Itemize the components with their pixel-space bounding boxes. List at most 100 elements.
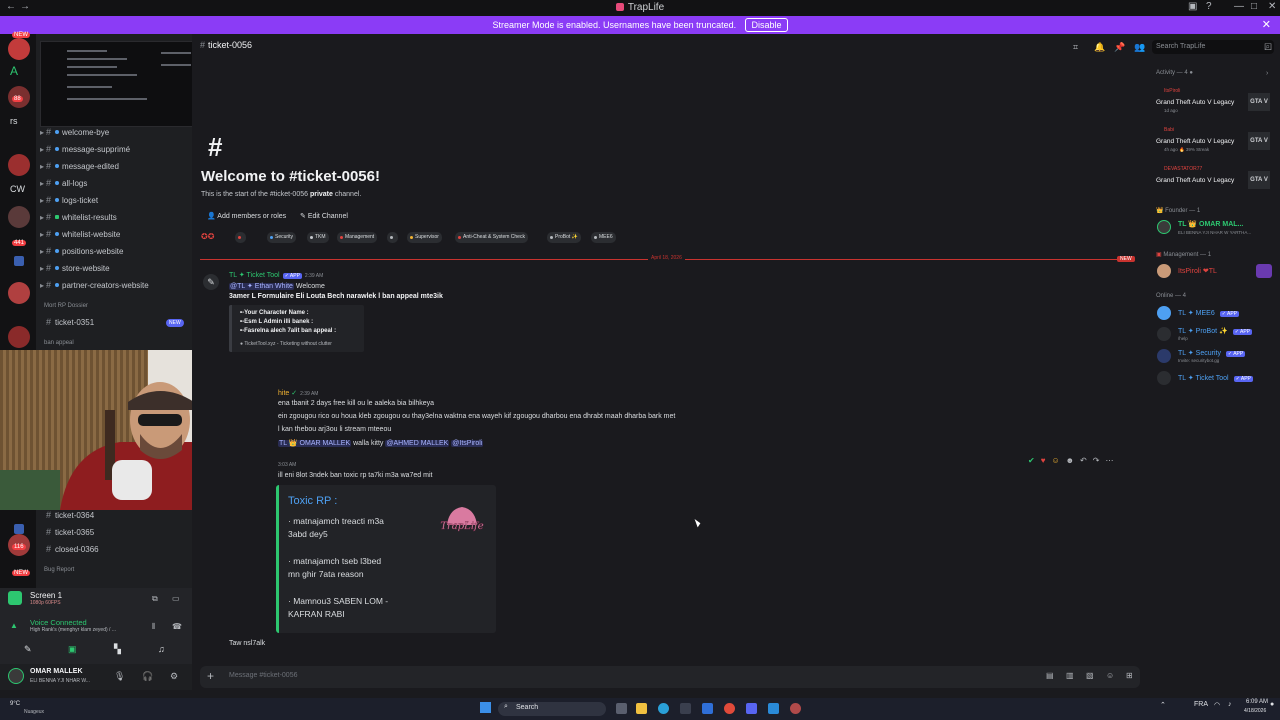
close-banner-icon[interactable]: ✕ (1262, 18, 1271, 31)
outlook-icon[interactable] (702, 703, 713, 714)
inbox-icon[interactable]: ☐ (1264, 42, 1272, 53)
folder-icon[interactable] (14, 256, 24, 266)
channel-item[interactable]: ▸ # whitelist-website (40, 229, 120, 239)
start-icon[interactable] (480, 702, 491, 713)
role-tag[interactable]: Management (337, 232, 378, 243)
channel-item-ticket-0351[interactable]: # ticket-0351 (46, 317, 94, 327)
category-bug-report[interactable]: Bug Report (44, 567, 74, 573)
member-name[interactable]: TL ✦ Security ✓ APP (1178, 349, 1246, 357)
channel-item[interactable]: ▸ # positions-website (40, 246, 123, 256)
avatar[interactable] (1157, 264, 1171, 278)
screen-share-toggle-icon[interactable]: ▣ (68, 644, 77, 655)
channel-item[interactable]: ▸ # welcome-bye (40, 127, 109, 137)
channel-item[interactable]: # ticket-0364 (46, 510, 94, 520)
language-indicator[interactable]: FRA (1194, 701, 1208, 708)
threads-icon[interactable]: ⌗ (1073, 42, 1078, 53)
activity-user[interactable]: Babi (1164, 127, 1174, 133)
avatar[interactable] (1157, 220, 1171, 234)
pin-icon[interactable]: 📌 (1114, 42, 1125, 53)
avatar[interactable] (1157, 327, 1171, 341)
role-tag[interactable] (387, 232, 398, 243)
disconnect-icon[interactable]: ☎ (172, 622, 182, 631)
server-icon-a[interactable]: A (10, 64, 18, 78)
volume-icon[interactable]: ♪ (1228, 701, 1232, 708)
close-window-icon[interactable]: ✕ (1268, 1, 1276, 12)
store-icon[interactable] (680, 703, 691, 714)
channel-item[interactable]: ▸ # partner-creators-website (40, 280, 149, 290)
message-author[interactable]: hite (278, 390, 289, 397)
edge-icon[interactable] (658, 703, 669, 714)
clock-time[interactable]: 6:09 AM (1246, 699, 1268, 705)
settings-gear-icon[interactable]: ⚙ (170, 671, 178, 682)
sticker-icon[interactable]: ▧ (1086, 671, 1094, 680)
heart-reaction-icon[interactable]: ♥ (1041, 456, 1046, 465)
chrome-icon[interactable] (724, 703, 735, 714)
disable-streamer-button[interactable]: Disable (745, 18, 788, 32)
minimize-icon[interactable]: — (1234, 1, 1244, 12)
member-list-icon[interactable]: 👥 (1134, 42, 1145, 53)
screen-share-preview[interactable] (40, 41, 198, 127)
inbox-icon[interactable]: ▣ (1188, 1, 1197, 12)
role-tag[interactable]: Security (267, 232, 297, 243)
apps-icon[interactable]: ⊞ (1126, 671, 1133, 680)
activity-user[interactable]: DEVASTATOR77 (1164, 166, 1202, 172)
notification-bell-icon[interactable]: 🔔 (1094, 42, 1105, 53)
chevron-right-icon[interactable]: › (1266, 70, 1268, 77)
avatar[interactable] (8, 668, 24, 684)
activity-user[interactable]: ItsPiroli (1164, 88, 1180, 94)
channel-item[interactable]: # closed-0366 (46, 544, 99, 554)
more-options-icon[interactable]: ⋯ (1105, 456, 1113, 465)
member-name[interactable]: ItsPiroli ❤TL (1178, 267, 1217, 275)
app-icon[interactable] (768, 703, 779, 714)
category-ban-appeal[interactable]: ban appeal (44, 340, 74, 346)
server-icon[interactable] (8, 154, 30, 176)
popout-icon[interactable]: ⧉ (152, 594, 158, 604)
server-icon[interactable] (8, 38, 30, 60)
discord-icon[interactable] (746, 703, 757, 714)
activity-game[interactable]: Grand Theft Auto V Legacy (1156, 99, 1234, 106)
channel-item[interactable]: ▸ # store-website (40, 263, 110, 273)
tray-chevron-icon[interactable]: ⌃ (1160, 701, 1166, 709)
activities-icon[interactable]: ▚ (114, 644, 121, 655)
maximize-icon[interactable]: □ (1251, 1, 1257, 12)
mention[interactable]: TL 👑 OMAR MALLEK (278, 440, 352, 447)
server-icon[interactable] (8, 282, 30, 304)
weather-temp[interactable]: 9°C (10, 701, 20, 707)
voice-connected-label[interactable]: Voice Connected (30, 618, 87, 627)
smile-reaction-icon[interactable]: ☺ (1051, 456, 1059, 465)
voice-channel-name[interactable]: High Rank's (menghyr klam zeyed) / ... (30, 627, 116, 633)
server-icon[interactable] (8, 206, 30, 228)
mention[interactable]: @AHMED MALLEK (385, 440, 450, 447)
clock-date[interactable]: 4/18/2026 (1244, 708, 1266, 714)
camera-icon[interactable]: ✎ (24, 644, 32, 655)
notification-icon[interactable]: ● (1270, 701, 1274, 708)
member-name[interactable]: TL ✦ ProBot ✨ ✓ APP (1178, 327, 1252, 335)
role-tag[interactable]: Supervisor (407, 232, 442, 243)
role-tag[interactable]: MEE6 (591, 232, 616, 243)
channel-item[interactable]: ▸ # message-edited (40, 161, 119, 171)
avatar[interactable] (1157, 306, 1171, 320)
username[interactable]: OMAR MALLEK (30, 668, 83, 675)
add-members-button[interactable]: 👤 Add members or roles (207, 212, 286, 220)
stop-share-icon[interactable]: ▭ (172, 594, 180, 603)
task-view-icon[interactable] (616, 703, 627, 714)
obs-icon[interactable] (790, 703, 801, 714)
check-reaction-icon[interactable]: ✔ (1028, 456, 1035, 465)
server-icon[interactable] (8, 326, 30, 348)
message-composer[interactable]: + Message #ticket-0056 ▤ ▥ ▧ ☺ ⊞ (200, 666, 1140, 688)
headphones-icon[interactable]: 🎧 (142, 671, 153, 682)
role-tag[interactable]: TKM (307, 232, 329, 243)
channel-item[interactable]: ▸ # whitelist-results (40, 212, 117, 222)
channel-item[interactable]: ▸ # message-supprimé (40, 144, 130, 154)
role-tag[interactable] (235, 232, 246, 243)
reply-icon[interactable]: ↶ (1080, 456, 1087, 465)
attach-plus-icon[interactable]: + (207, 669, 214, 683)
taskbar-search[interactable]: ⌕ Search (498, 702, 606, 716)
file-explorer-icon[interactable] (636, 703, 647, 714)
avatar[interactable]: ✎ (203, 274, 219, 290)
channel-item[interactable]: ▸ # logs-ticket (40, 195, 98, 205)
search-input[interactable]: Search TrapLife ⌕ (1152, 40, 1274, 54)
member-name[interactable]: TL ✦ MEE6 ✓ APP (1178, 309, 1239, 317)
role-tag[interactable]: Anti-Cheat & System Check (455, 232, 528, 243)
emoji-icon[interactable]: ☺ (1106, 671, 1114, 680)
